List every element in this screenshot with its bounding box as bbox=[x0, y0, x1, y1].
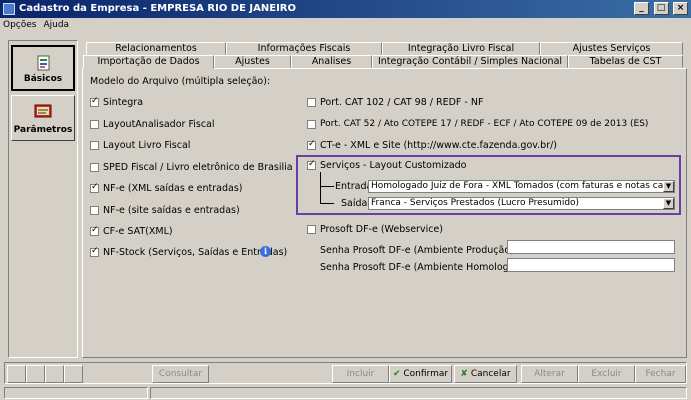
tree-line-entrada bbox=[320, 186, 334, 187]
saida-select-value: Franca - Serviços Prestados (Lucro Presu… bbox=[371, 198, 580, 208]
entrada-select-value: Homologado Juiz de Fora - XML Tomados (c… bbox=[371, 181, 674, 191]
checkbox-nf-stock[interactable]: ✓ bbox=[90, 246, 99, 257]
checkbox-layout-livro[interactable] bbox=[90, 141, 99, 150]
check-mark-icon: ✓ bbox=[91, 246, 99, 256]
checkbox-cte-label: CT-e - XML e Site (http://www.cte.fazend… bbox=[320, 140, 558, 151]
nav-basicos-label: Básicos bbox=[23, 74, 63, 84]
alterar-button[interactable]: Alterar bbox=[521, 365, 578, 383]
check-mark-icon: ✓ bbox=[91, 96, 99, 106]
check-mark-icon: ✓ bbox=[308, 159, 316, 169]
nav-last-button[interactable] bbox=[64, 365, 83, 383]
excluir-button[interactable]: Excluir bbox=[578, 365, 635, 383]
senha-producao-label: Senha Prosoft DF-e (Ambiente Produção): bbox=[320, 245, 518, 256]
tab-integracao-livro-fiscal[interactable]: Integração Livro Fiscal bbox=[382, 42, 540, 55]
cancel-x-icon: ✘ bbox=[460, 369, 468, 379]
left-nav-panel: Básicos Parâmetros bbox=[8, 40, 78, 358]
checkmark-icon: ✔ bbox=[392, 369, 401, 379]
saida-select[interactable]: Franca - Serviços Prestados (Lucro Presu… bbox=[368, 197, 675, 210]
check-mark-icon: ✓ bbox=[91, 182, 99, 192]
checkbox-sped-fiscal-label: SPED Fiscal / Livro eletrônico de Brasil… bbox=[103, 162, 293, 173]
nav-parametros-label: Parâmetros bbox=[13, 125, 73, 135]
checkbox-layout-analisador[interactable] bbox=[90, 120, 99, 129]
cancelar-label: Cancelar bbox=[470, 369, 511, 379]
tab-integracao-contabil[interactable]: Integração Contábil / Simples Nacional bbox=[372, 55, 568, 68]
bottom-toolbar: Consultar Incluir ✔ Confirmar ✘ Cancelar… bbox=[4, 362, 687, 384]
saida-label: Saída: bbox=[341, 198, 371, 209]
menu-opcoes[interactable]: Opções bbox=[3, 20, 36, 30]
tab-tabelas-de-cst[interactable]: Tabelas de CST bbox=[568, 55, 683, 68]
info-icon[interactable]: i bbox=[260, 246, 271, 257]
senha-homologacao-input[interactable] bbox=[507, 258, 675, 272]
status-panel-left bbox=[4, 387, 148, 399]
nav-next-button[interactable] bbox=[45, 365, 64, 383]
checkbox-prosoft-dfe-label: Prosoft DF-e (Webservice) bbox=[320, 224, 443, 235]
incluir-button[interactable]: Incluir bbox=[332, 365, 389, 383]
close-button[interactable]: × bbox=[673, 2, 688, 15]
parameters-icon bbox=[34, 104, 52, 118]
senha-homologacao-label: Senha Prosoft DF-e (Ambiente Homologação… bbox=[320, 262, 539, 273]
maximize-button[interactable]: □ bbox=[653, 2, 669, 15]
tab-ajustes[interactable]: Ajustes bbox=[214, 55, 291, 68]
tab-analises[interactable]: Analises bbox=[291, 55, 372, 68]
check-mark-icon: ✓ bbox=[91, 225, 99, 235]
entrada-select[interactable]: Homologado Juiz de Fora - XML Tomados (c… bbox=[368, 180, 675, 193]
chevron-down-icon[interactable]: ▼ bbox=[663, 181, 674, 192]
checkbox-nfe-site-label: NF-e (site saídas e entradas) bbox=[103, 205, 240, 216]
checkbox-servicos-layout[interactable]: ✓ bbox=[307, 159, 316, 170]
nav-first-button[interactable] bbox=[7, 365, 26, 383]
checkbox-cfe-sat-label: CF-e SAT(XML) bbox=[103, 226, 173, 237]
basic-data-icon bbox=[37, 55, 50, 71]
checkbox-nfe-xml[interactable]: ✓ bbox=[90, 182, 99, 193]
checkbox-layout-livro-label: Layout Livro Fiscal bbox=[103, 140, 191, 151]
checkbox-sped-fiscal[interactable] bbox=[90, 163, 99, 172]
checkbox-port-cat-102-label: Port. CAT 102 / CAT 98 / REDF - NF bbox=[320, 97, 484, 108]
checkbox-sintegra-label: Sintegra bbox=[103, 97, 144, 108]
menu-ajuda[interactable]: Ajuda bbox=[43, 20, 69, 30]
tab-importacao-de-dados[interactable]: Importação de Dados bbox=[83, 55, 214, 69]
checkbox-servicos-layout-label: Serviços - Layout Customizado bbox=[320, 160, 467, 171]
minimize-button[interactable]: _ bbox=[634, 2, 650, 15]
status-bar bbox=[0, 386, 691, 400]
menu-bar: Opções Ajuda bbox=[0, 18, 691, 32]
checkbox-cfe-sat[interactable]: ✓ bbox=[90, 225, 99, 236]
tab-ajustes-servicos[interactable]: Ajustes Serviços bbox=[540, 42, 683, 55]
title-bar: Cadastro da Empresa - EMPRESA RIO DE JAN… bbox=[0, 0, 691, 18]
chevron-down-icon[interactable]: ▼ bbox=[663, 198, 674, 209]
checkbox-port-cat-52-label: Port. CAT 52 / Ato COTEPE 17 / REDF - EC… bbox=[320, 119, 649, 129]
checkbox-prosoft-dfe[interactable] bbox=[307, 225, 316, 234]
consultar-button[interactable]: Consultar bbox=[152, 365, 209, 383]
confirmar-button[interactable]: ✔ Confirmar bbox=[389, 365, 452, 383]
app-icon bbox=[3, 3, 15, 15]
checkbox-cte[interactable]: ✓ bbox=[307, 139, 316, 150]
checkbox-port-cat-52[interactable] bbox=[307, 120, 316, 129]
status-panel-right bbox=[150, 387, 687, 399]
checkbox-nfe-site[interactable] bbox=[90, 206, 99, 215]
tab-relacionamentos[interactable]: Relacionamentos bbox=[86, 42, 226, 55]
window-title: Cadastro da Empresa - EMPRESA RIO DE JAN… bbox=[19, 3, 296, 14]
cancelar-button[interactable]: ✘ Cancelar bbox=[454, 365, 517, 383]
tab-informacoes-fiscais[interactable]: Informações Fiscais bbox=[226, 42, 382, 55]
senha-producao-input[interactable] bbox=[507, 240, 675, 254]
check-mark-icon: ✓ bbox=[308, 139, 316, 149]
checkbox-sintegra[interactable]: ✓ bbox=[90, 96, 99, 107]
nav-prev-button[interactable] bbox=[26, 365, 45, 383]
tree-line-vertical bbox=[320, 172, 321, 204]
tree-line-saida bbox=[320, 203, 334, 204]
nav-parametros-button[interactable]: Parâmetros bbox=[11, 95, 75, 141]
checkbox-layout-analisador-label: LayoutAnalisador Fiscal bbox=[103, 119, 215, 130]
checkbox-port-cat-102[interactable] bbox=[307, 98, 316, 107]
confirmar-label: Confirmar bbox=[403, 369, 449, 379]
fechar-button[interactable]: Fechar bbox=[635, 365, 686, 383]
modelo-arquivo-label: Modelo do Arquivo (múltipla seleção): bbox=[90, 76, 271, 87]
checkbox-nfe-xml-label: NF-e (XML saídas e entradas) bbox=[103, 183, 243, 194]
window-controls: _ □ × bbox=[633, 2, 688, 16]
nav-basicos-button[interactable]: Básicos bbox=[11, 45, 75, 91]
